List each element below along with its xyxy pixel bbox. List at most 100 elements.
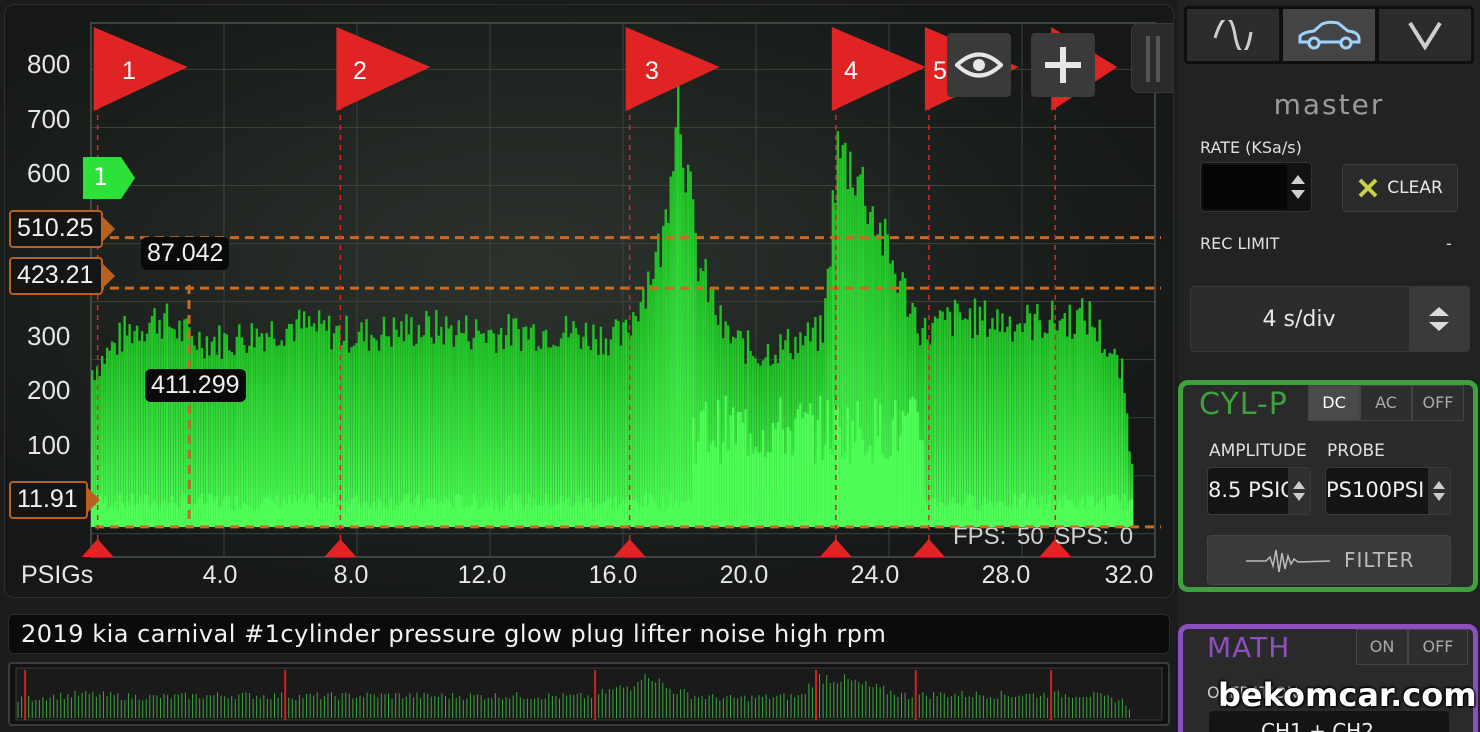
filter-button[interactable]: FILTER <box>1207 535 1451 585</box>
cursor-level-tag[interactable]: 11.91 <box>9 481 100 519</box>
trace-pulse <box>509 345 513 527</box>
mode-selector <box>1184 6 1474 64</box>
trace-floor <box>896 451 899 527</box>
trace-pulse <box>255 328 258 527</box>
clear-label: CLEAR <box>1387 178 1443 198</box>
trace-pulse <box>148 322 151 527</box>
trace-pulse <box>986 336 989 527</box>
trace-pulse <box>447 328 451 527</box>
trace-pulse <box>1026 304 1029 527</box>
cursor-level-tag[interactable]: 510.25 <box>9 210 116 248</box>
clear-button[interactable]: CLEAR <box>1342 164 1458 212</box>
trace-pulse <box>475 319 478 527</box>
trace-pulse <box>499 327 503 527</box>
trigger-level-label: 1 <box>93 163 109 191</box>
trace-pulse <box>213 336 216 527</box>
amplitude-value: 8.5 PSIG <box>1208 478 1297 502</box>
trace-pulse <box>973 298 977 527</box>
marker-triangle <box>324 539 357 557</box>
trace-floor <box>786 427 790 527</box>
probe-select[interactable]: PS100PSI <box>1325 467 1451 515</box>
trace-pulse <box>557 346 560 527</box>
rate-stepper[interactable] <box>1200 162 1312 212</box>
trace-pulse <box>168 326 171 527</box>
trace-pulse <box>632 312 635 527</box>
eye-icon <box>955 52 1003 78</box>
trace-pulse <box>1120 358 1124 527</box>
trace-pulse <box>273 338 276 527</box>
cursor-level-tag[interactable]: 423.21 <box>9 257 116 295</box>
waveform-overview[interactable] <box>8 662 1170 726</box>
operation-select[interactable]: CH1 + CH2 <box>1209 711 1449 732</box>
trace-pulse <box>425 310 428 527</box>
trace-floor <box>839 426 842 527</box>
capture-title-bar[interactable]: 2019 kia carnival #1cylinder pressure gl… <box>8 614 1170 654</box>
trace-pulse <box>574 328 578 527</box>
coupling-ac-button[interactable]: AC <box>1360 385 1412 421</box>
timebase-selector[interactable]: 4 s/div <box>1190 286 1470 352</box>
trace-pulse <box>260 333 263 527</box>
trace-floor <box>701 410 705 527</box>
panel-drag-handle[interactable] <box>1131 23 1173 93</box>
trace-pulse <box>135 325 139 527</box>
eye-toggle-button[interactable] <box>947 33 1011 97</box>
trace-pulse <box>492 333 495 527</box>
coupling-dc-button[interactable]: DC <box>1308 385 1360 421</box>
trace-pulse <box>667 222 670 527</box>
coupling-off-button[interactable]: OFF <box>1412 385 1464 421</box>
add-marker-button[interactable] <box>1031 33 1095 97</box>
trace-pulse <box>462 333 465 527</box>
rate-input[interactable] <box>1203 165 1287 209</box>
trace-floor <box>799 403 802 527</box>
trigger-level-marker[interactable]: 1 <box>83 157 135 199</box>
trace-pulse <box>931 322 934 527</box>
scope-display[interactable]: 800 700 600 300 200 100 PSIGs 4.0 8.0 12… <box>4 4 1174 598</box>
waveform-filter-icon <box>1246 549 1330 573</box>
trace-pulse <box>325 330 328 527</box>
trace-pulse <box>569 333 573 527</box>
stepper-arrows-icon <box>1429 307 1449 331</box>
amplitude-select[interactable]: 8.5 PSIG <box>1207 467 1311 515</box>
trace-pulse <box>532 324 535 527</box>
trace-pulse <box>357 331 361 527</box>
trace-floor <box>779 397 782 527</box>
trace-floor <box>729 415 732 527</box>
trace-floor <box>766 451 770 527</box>
mode-button-automotive[interactable] <box>1283 9 1375 61</box>
trace-pulse <box>993 329 997 527</box>
trace-floor <box>721 442 725 527</box>
math-off-button[interactable]: OFF <box>1408 629 1468 665</box>
timebase-stepper[interactable] <box>1409 287 1469 351</box>
fps-sps-readout: FPS: 50 SPS: 0 <box>953 523 1134 550</box>
trace-pulse <box>320 323 323 527</box>
trace-pulse <box>642 289 645 527</box>
trace-pulse <box>158 319 161 527</box>
sine-wave-icon <box>1213 20 1253 50</box>
trace-floor <box>916 411 919 527</box>
mode-button-voltage[interactable] <box>1379 9 1471 61</box>
marker-triangle <box>613 539 646 557</box>
trace-pulse <box>315 331 318 527</box>
trace-pulse <box>654 251 657 527</box>
trace-floor <box>751 453 755 527</box>
trace-pulse <box>599 326 603 527</box>
trace-pulse <box>682 167 685 527</box>
marker-flag <box>336 27 431 111</box>
trace-pulse <box>664 209 667 527</box>
trace-floor <box>893 400 897 527</box>
trace-pulse <box>519 351 523 527</box>
trace-floor <box>879 403 882 527</box>
trace-pulse <box>270 321 273 527</box>
trace-pulse <box>1051 300 1054 527</box>
math-on-button[interactable]: ON <box>1356 629 1408 665</box>
trace-pulse <box>445 316 448 527</box>
trace-pulse <box>470 349 473 527</box>
trace-pulse <box>1058 320 1061 527</box>
car-icon <box>1298 20 1361 50</box>
trace-pulse <box>564 315 568 527</box>
trace-pulse <box>529 327 533 527</box>
marker-flag <box>625 27 720 111</box>
mode-button-waveform[interactable] <box>1187 9 1279 61</box>
trace-floor <box>831 454 835 527</box>
marker-triangle <box>912 539 945 557</box>
